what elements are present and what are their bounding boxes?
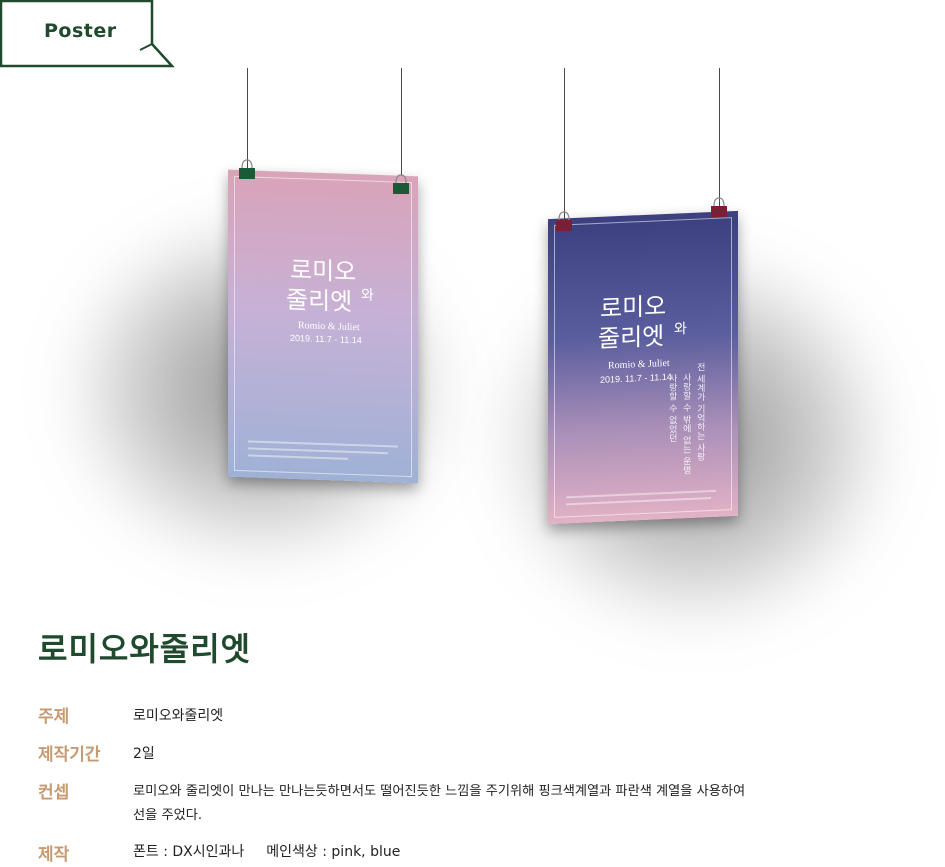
tag-label: Poster — [44, 20, 117, 42]
poster-vertical-text: 사랑할 수 없었던 — [666, 373, 677, 443]
info-value: 2일 — [133, 746, 155, 762]
binder-clip-icon — [393, 174, 409, 194]
poster-title-wa: 와 — [361, 287, 374, 304]
info-label: 주제 — [38, 707, 70, 727]
concept-line-2: 선을 주었다. — [133, 808, 203, 823]
info-value: 로미오와줄리엣 — [133, 708, 224, 724]
poster-vertical-text: 전 세계가 기억하는 사랑 — [694, 362, 705, 462]
wire — [247, 68, 248, 168]
poster-title-line1: 로미오 — [290, 255, 357, 287]
concept-line-1: 로미오와 줄리엣이 만나는 만나는듯하면서도 떨어진듯한 느낌을 주기위해 핑크… — [133, 784, 746, 799]
binder-clip-icon — [711, 197, 727, 217]
info-label: 컨셉 — [38, 783, 70, 803]
wire — [564, 68, 565, 220]
info-value: 로미오와 줄리엣이 만나는 만나는듯하면서도 떨어진듯한 느낌을 주기위해 핑크… — [133, 780, 745, 828]
wire — [719, 68, 720, 206]
project-title: 로미오와줄리엣 — [38, 630, 252, 668]
poster-vertical-text: 사랑할 수 밖에 없는 운명 — [680, 372, 691, 475]
color-info: 메인색상 : pink, blue — [266, 844, 401, 860]
poster-pink: 로미오 줄리엣 와 Romio & Juliet 2019. 11.7 - 11… — [228, 169, 418, 484]
poster-mockup-scene: 로미오 줄리엣 와 Romio & Juliet 2019. 11.7 - 11… — [0, 60, 945, 625]
font-info: 폰트 : DX시인과나 — [133, 844, 245, 860]
wire — [401, 68, 402, 183]
binder-clip-icon — [556, 211, 572, 231]
binder-clip-icon — [239, 159, 255, 179]
info-label: 제작기간 — [38, 745, 101, 765]
info-label: 제작 — [38, 845, 70, 865]
poster-title-line1: 로미오 — [600, 291, 667, 323]
info-value: 폰트 : DX시인과나 메인색상 : pink, blue — [133, 840, 400, 864]
poster-subtitle: Romio & Juliet — [298, 320, 360, 334]
poster-title-line2: 줄리엣 — [286, 285, 353, 317]
poster-title-wa: 와 — [674, 321, 687, 338]
poster-blue: 로미오 줄리엣 와 Romio & Juliet 2019. 11.7 - 11… — [548, 210, 738, 525]
poster-title-line2: 줄리엣 — [598, 322, 665, 353]
